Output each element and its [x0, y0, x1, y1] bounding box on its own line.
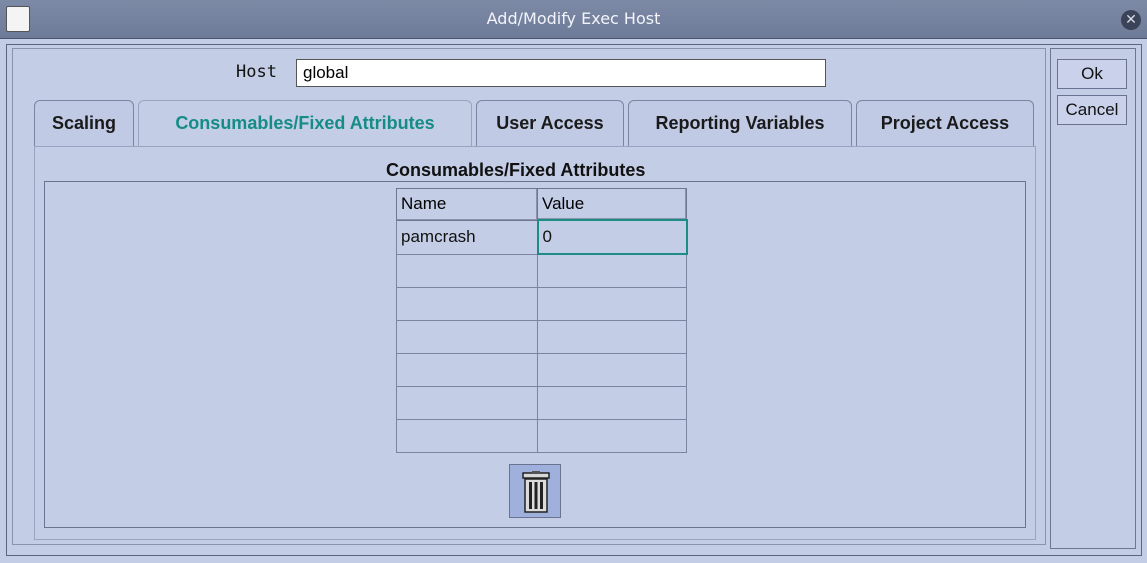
host-label: Host — [236, 62, 277, 82]
name-cell[interactable] — [396, 253, 538, 288]
ok-button[interactable]: Ok — [1057, 59, 1127, 89]
value-cell[interactable] — [537, 253, 687, 288]
window-title: Add/Modify Exec Host — [486, 9, 661, 28]
group-title: Consumables/Fixed Attributes — [382, 160, 650, 181]
dialog-window: Add/Modify Exec Host ✕ Host Scaling Cons… — [0, 0, 1147, 563]
host-input[interactable] — [296, 59, 826, 87]
table-row[interactable] — [396, 287, 687, 321]
tab-consumables-fixed-attributes[interactable]: Consumables/Fixed Attributes — [138, 100, 472, 148]
table-row[interactable]: pamcrash 0 — [396, 219, 688, 255]
table-row[interactable] — [396, 320, 687, 354]
close-icon[interactable]: ✕ — [1121, 10, 1141, 30]
column-header-name[interactable]: Name — [396, 188, 538, 221]
name-cell[interactable] — [396, 386, 538, 420]
name-cell[interactable] — [396, 353, 538, 387]
title-bar: Add/Modify Exec Host ✕ — [0, 0, 1147, 39]
attributes-table: Name Value pamcrash 0 — [396, 188, 688, 453]
tab-user-access[interactable]: User Access — [476, 100, 624, 146]
tab-reporting-variables[interactable]: Reporting Variables — [628, 100, 852, 146]
name-cell[interactable]: pamcrash — [396, 219, 538, 255]
value-cell[interactable]: 0 — [536, 219, 688, 255]
cancel-button[interactable]: Cancel — [1057, 95, 1127, 125]
table-row[interactable] — [396, 386, 687, 420]
value-cell[interactable] — [537, 353, 687, 387]
name-cell[interactable] — [396, 287, 538, 321]
table-row[interactable] — [396, 419, 687, 453]
value-cell[interactable] — [537, 287, 687, 321]
value-cell[interactable] — [537, 386, 687, 420]
delete-row-button[interactable] — [509, 464, 561, 518]
column-header-value[interactable]: Value — [537, 188, 687, 221]
table-row[interactable] — [396, 353, 687, 387]
trash-icon — [522, 471, 550, 513]
name-cell[interactable] — [396, 419, 538, 453]
button-panel: Ok Cancel — [1050, 48, 1136, 549]
value-cell[interactable] — [537, 320, 687, 354]
name-cell[interactable] — [396, 320, 538, 354]
tab-scaling[interactable]: Scaling — [34, 100, 134, 146]
tab-project-access[interactable]: Project Access — [856, 100, 1034, 146]
value-cell[interactable] — [537, 419, 687, 453]
table-row[interactable] — [396, 253, 687, 288]
